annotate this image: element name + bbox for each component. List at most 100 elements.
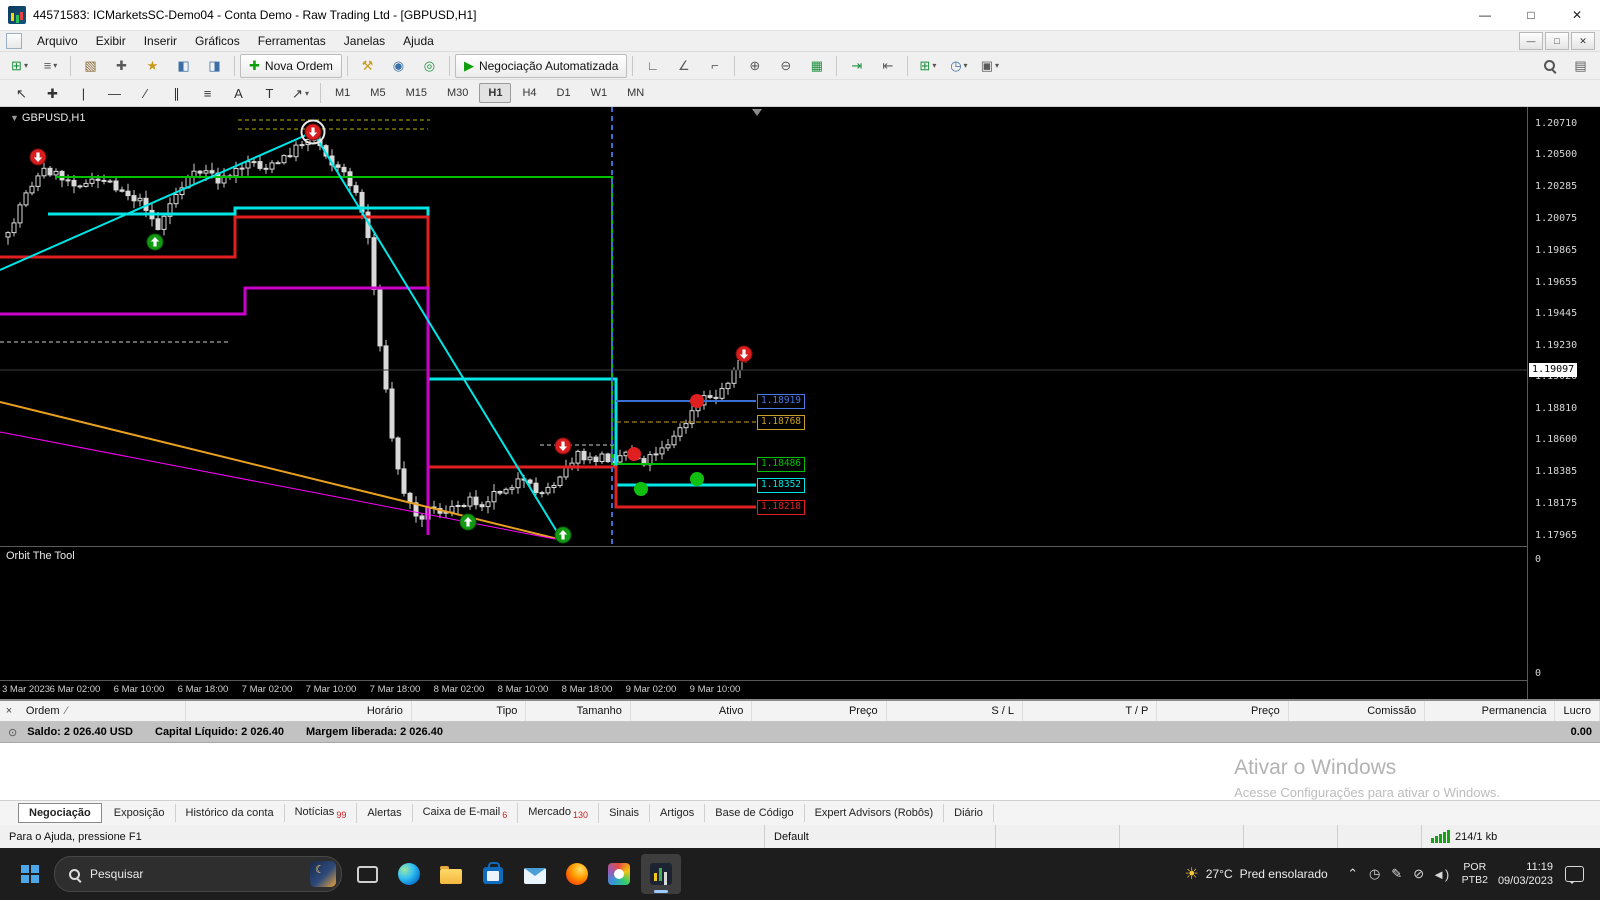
- terminal-tab-alertas[interactable]: Alertas: [357, 804, 413, 823]
- add-window-button[interactable]: ⊞ ▾: [913, 54, 942, 78]
- timeframe-m5[interactable]: M5: [361, 83, 394, 103]
- menu-item-janelas[interactable]: Janelas: [335, 32, 394, 50]
- zoom-in-button[interactable]: ⊕: [740, 54, 769, 78]
- terminal-tab-expert-advisors-robos[interactable]: Expert Advisors (Robôs): [805, 804, 945, 823]
- taskbar-app-metatrader[interactable]: [641, 854, 681, 895]
- taskbar-app-task-view[interactable]: [347, 854, 387, 894]
- child-close-button[interactable]: ✕: [1571, 32, 1595, 51]
- chevron-up-icon[interactable]: ⌃: [1342, 862, 1364, 886]
- metaeditor-button[interactable]: ⚒: [353, 54, 382, 78]
- price-axis[interactable]: 1.20710 1.20500 1.20285 1.20075 1.19865 1.196…: [1527, 107, 1600, 700]
- charts-layout-2-button[interactable]: ∠: [669, 54, 698, 78]
- indicators-button[interactable]: ◉: [384, 54, 413, 78]
- terminal-tab-sinais[interactable]: Sinais: [599, 804, 651, 823]
- text-label-tool-button[interactable]: T: [255, 81, 284, 105]
- terminal-close-icon[interactable]: ×: [0, 705, 18, 717]
- taskbar-search[interactable]: Pesquisar: [54, 856, 342, 893]
- screenshot-button[interactable]: ▣ ▾: [975, 54, 1004, 78]
- taskbar-clock[interactable]: 11:19 09/03/2023: [1498, 860, 1553, 889]
- child-restore-button[interactable]: □: [1545, 32, 1569, 51]
- terminal-col-ordem-0[interactable]: Ordem ∕: [18, 701, 187, 722]
- market-watch-button[interactable]: ◧: [169, 54, 198, 78]
- close-button[interactable]: ✕: [1554, 0, 1600, 30]
- terminal-tab-diario[interactable]: Diário: [944, 804, 994, 823]
- text-tool-button[interactable]: A: [224, 81, 253, 105]
- symbol-label[interactable]: ▼ GBPUSD,H1: [10, 112, 86, 124]
- taskbar-app-firefox[interactable]: [557, 854, 597, 894]
- start-button[interactable]: [10, 854, 50, 894]
- history-center-button[interactable]: ◎: [415, 54, 444, 78]
- terminal-col-comissao-9[interactable]: Comissão: [1289, 701, 1426, 722]
- zoom-out-button[interactable]: ⊖: [771, 54, 800, 78]
- menu-item-exibir[interactable]: Exibir: [87, 32, 135, 50]
- navigator-button[interactable]: ◨: [200, 54, 229, 78]
- taskbar-app-file-explorer[interactable]: [431, 854, 471, 894]
- clock-tray-icon[interactable]: ◷: [1364, 862, 1386, 886]
- crosshair-tool-button[interactable]: ✚: [38, 81, 67, 105]
- new-chart-button[interactable]: ⊞ ▾: [5, 54, 34, 78]
- charts-layout-3-button[interactable]: ⌐: [700, 54, 729, 78]
- terminal-tab-negociacao[interactable]: Negociação: [18, 803, 102, 824]
- terminal-col-lucro-11[interactable]: Lucro: [1555, 701, 1600, 722]
- main-plot[interactable]: ▼ GBPUSD,H1 1.18919 1.18768 1.18486 1.18352 1…: [0, 107, 1528, 546]
- vertical-line-tool-button[interactable]: |: [69, 81, 98, 105]
- menu-item-ajuda[interactable]: Ajuda: [394, 32, 443, 50]
- chart-profiles-button[interactable]: ▧: [76, 54, 105, 78]
- child-minimize-button[interactable]: —: [1519, 32, 1543, 51]
- arrows-tool-button[interactable]: ↗ ▾: [286, 81, 315, 105]
- timeframe-d1[interactable]: D1: [548, 83, 580, 103]
- period-clock-button[interactable]: ◷ ▾: [944, 54, 973, 78]
- taskbar-app-mail[interactable]: [515, 854, 555, 894]
- terminal-col-preco-5[interactable]: Preço: [752, 701, 887, 722]
- time-axis[interactable]: 3 Mar 2023 6 Mar 02:00 6 Mar 10:00 6 Mar 18…: [0, 680, 1528, 700]
- terminal-col-tamanho-3[interactable]: Tamanho: [526, 701, 631, 722]
- blocked-icon[interactable]: ⊘: [1408, 862, 1430, 886]
- status-profile[interactable]: Default: [765, 825, 996, 849]
- chart-shift-button[interactable]: ⇤: [873, 54, 902, 78]
- terminal-col-t-p-7[interactable]: T / P: [1023, 701, 1158, 722]
- terminal-col-preco-8[interactable]: Preço: [1157, 701, 1289, 722]
- maximize-button[interactable]: □: [1508, 0, 1554, 30]
- menu-item-arquivo[interactable]: Arquivo: [28, 32, 87, 50]
- terminal-tab-mercado[interactable]: Mercado 130: [518, 802, 600, 824]
- balance-row[interactable]: ⊙ Saldo: 2 026.40 USD Capital Líquido: 2…: [0, 722, 1600, 744]
- timeframe-m15[interactable]: M15: [397, 83, 436, 103]
- print-button[interactable]: ≡ ▾: [36, 54, 65, 78]
- menu-item-graficos[interactable]: Gráficos: [186, 32, 249, 50]
- language-indicator[interactable]: POR PTB2: [1462, 861, 1488, 887]
- new-order-button[interactable]: ✚ Nova Ordem: [240, 53, 342, 78]
- search-button[interactable]: [1535, 54, 1564, 78]
- terminal-col-tipo-2[interactable]: Tipo: [412, 701, 527, 722]
- weather-widget[interactable]: ☀ 27°C Pred ensolarado: [1184, 864, 1327, 884]
- trendline-tool-button[interactable]: ∕: [131, 81, 160, 105]
- autotrading-button[interactable]: ▶ Negociação Automatizada: [454, 53, 628, 78]
- timeframe-w1[interactable]: W1: [582, 83, 617, 103]
- timeframe-m30[interactable]: M30: [438, 83, 477, 103]
- taskbar-app-edge[interactable]: [389, 854, 429, 894]
- terminal-tab-noticias[interactable]: Notícias 99: [285, 802, 358, 824]
- terminal-strip-label[interactable]: Terminal: [0, 760, 2, 798]
- volume-icon[interactable]: ◄): [1430, 862, 1452, 886]
- terminal-tab-caixa-de-e-mail[interactable]: Caixa de E-mail 6: [413, 802, 519, 824]
- tile-windows-button[interactable]: ▦: [802, 54, 831, 78]
- cursor-mode-button[interactable]: ✚: [107, 54, 136, 78]
- fibonacci-tool-button[interactable]: ≡: [193, 81, 222, 105]
- panels-button[interactable]: ▤: [1566, 54, 1595, 78]
- timeframe-mn[interactable]: MN: [618, 83, 653, 103]
- terminal-col-permanencia-10[interactable]: Permanencia: [1425, 701, 1556, 722]
- terminal-col-horario-1[interactable]: Horário: [186, 701, 412, 722]
- pen-icon[interactable]: ✎: [1386, 862, 1408, 886]
- timeframe-h1[interactable]: H1: [479, 83, 512, 104]
- minimize-button[interactable]: —: [1462, 0, 1508, 30]
- timeframe-h4[interactable]: H4: [513, 83, 545, 103]
- taskbar-app-store[interactable]: [473, 854, 513, 894]
- taskbar-app-photos[interactable]: [599, 854, 639, 894]
- menu-item-ferramentas[interactable]: Ferramentas: [249, 32, 335, 50]
- charts-layout-1-button[interactable]: ∟: [638, 54, 667, 78]
- horizontal-line-tool-button[interactable]: —: [100, 81, 129, 105]
- terminal-tab-exposicao[interactable]: Exposição: [104, 804, 176, 823]
- terminal-col-s-l-6[interactable]: S / L: [887, 701, 1024, 722]
- terminal-tab-base-de-codigo[interactable]: Base de Código: [705, 804, 805, 823]
- terminal-tab-artigos[interactable]: Artigos: [650, 804, 706, 823]
- indicator-subwindow[interactable]: Orbit The Tool: [0, 545, 1528, 681]
